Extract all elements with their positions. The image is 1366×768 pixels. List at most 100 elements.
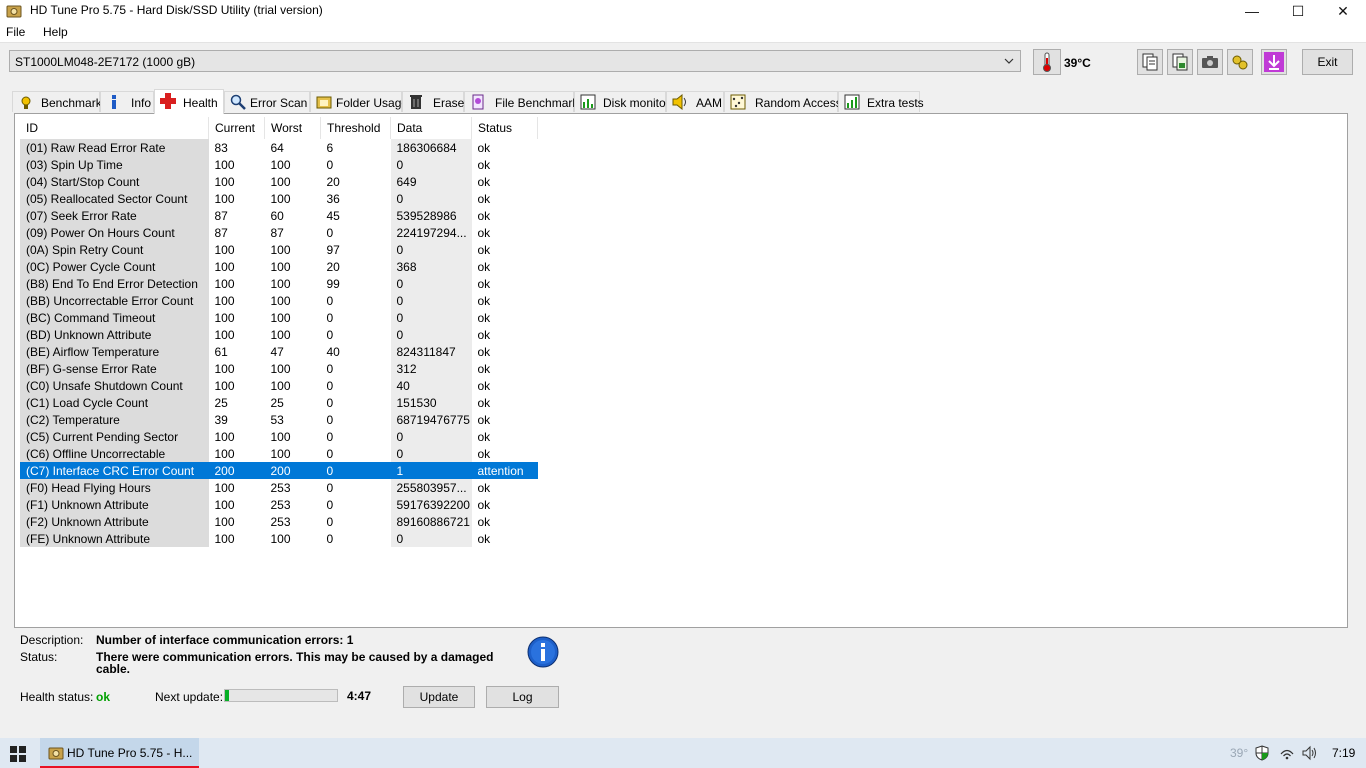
cell-data: 255803957...	[390, 479, 472, 496]
table-row[interactable]: (FE) Unknown Attribute 100 100 0 0 ok	[20, 530, 538, 547]
table-row[interactable]: (C0) Unsafe Shutdown Count 100 100 0 40 ok	[20, 377, 538, 394]
log-button[interactable]: Log	[486, 686, 559, 708]
save-report-button[interactable]	[1167, 49, 1193, 75]
cell-id: (F0) Head Flying Hours	[20, 479, 209, 496]
table-row[interactable]: (C5) Current Pending Sector 100 100 0 0 ok	[20, 428, 538, 445]
cell-current: 100	[214, 310, 235, 325]
temperature-button[interactable]	[1033, 49, 1061, 75]
wifi-icon[interactable]	[1279, 745, 1295, 761]
tab-info[interactable]: Info	[100, 91, 154, 112]
tab-erase[interactable]: Erase	[402, 91, 464, 112]
tab-disk-monitor[interactable]: Disk monitor	[574, 91, 670, 112]
cell-id: (C6) Offline Uncorrectable	[20, 445, 209, 462]
cell-worst: 253	[270, 480, 291, 495]
table-header-row: ID Current Worst Threshold Data Status	[20, 117, 538, 139]
minimize-button[interactable]: —	[1229, 0, 1275, 22]
table-row[interactable]: (05) Reallocated Sector Count 100 100 36 0 ok	[20, 190, 538, 207]
cell-id: (C5) Current Pending Sector	[20, 428, 209, 445]
health-icon	[160, 93, 176, 109]
cell-threshold: 0	[326, 378, 334, 393]
cell-worst: 100	[270, 242, 291, 257]
maximize-button[interactable]: ☐	[1275, 0, 1321, 22]
tray-temperature[interactable]: 39°	[1230, 746, 1248, 760]
table-row[interactable]: (F2) Unknown Attribute 100 253 0 89160886721…	[20, 513, 538, 530]
options-button[interactable]	[1227, 49, 1253, 75]
cell-worst: 100	[270, 174, 291, 189]
cell-threshold: 0	[326, 310, 334, 325]
column-header-data[interactable]: Data	[390, 117, 472, 139]
table-row[interactable]: (0C) Power Cycle Count 100 100 20 368 ok	[20, 258, 538, 275]
table-row[interactable]: (BE) Airflow Temperature 61 47 40 824311847 o…	[20, 343, 538, 360]
cell-status: ok	[477, 429, 491, 444]
benchmark-icon	[21, 96, 31, 109]
cell-id: (FE) Unknown Attribute	[20, 530, 209, 547]
cell-data: 539528986	[390, 207, 472, 224]
cell-threshold: 0	[326, 446, 334, 461]
cell-worst: 100	[270, 361, 291, 376]
table-row[interactable]: (09) Power On Hours Count 87 87 0 224197294.…	[20, 224, 538, 241]
tab-extra-tests[interactable]: Extra tests	[838, 91, 924, 112]
cell-status: ok	[477, 531, 491, 546]
tab-random-access[interactable]: Random Access	[724, 91, 842, 112]
tab-health[interactable]: Health	[154, 89, 224, 114]
windows-start-icon[interactable]	[10, 746, 26, 762]
download-button[interactable]	[1261, 49, 1287, 75]
cell-data: 0	[390, 530, 472, 547]
cell-id: (0C) Power Cycle Count	[20, 258, 209, 275]
chevron-down-icon	[1004, 58, 1014, 64]
update-button[interactable]: Update	[403, 686, 475, 708]
table-row[interactable]: (07) Seek Error Rate 87 60 45 539528986 ok	[20, 207, 538, 224]
table-row[interactable]: (BB) Uncorrectable Error Count 100 100 0 0 ok	[20, 292, 538, 309]
table-row[interactable]: (C2) Temperature 39 53 0 68719476775 ok	[20, 411, 538, 428]
cell-current: 39	[214, 412, 228, 427]
drive-select-value: ST1000LM048-2E7172 (1000 gB)	[15, 55, 196, 69]
cell-worst: 253	[270, 514, 291, 529]
screenshot-button[interactable]	[1197, 49, 1223, 75]
column-header-current[interactable]: Current	[208, 117, 265, 139]
column-header-threshold[interactable]: Threshold	[320, 117, 391, 139]
tab-label: Extra tests	[867, 96, 924, 110]
table-row[interactable]: (C1) Load Cycle Count 25 25 0 151530 ok	[20, 394, 538, 411]
tray-clock[interactable]: 7:19	[1332, 746, 1355, 760]
tab-label: Benchmark	[41, 96, 102, 110]
cell-threshold: 0	[326, 514, 334, 529]
health-panel: ID Current Worst Threshold Data Status (…	[14, 113, 1348, 628]
cell-status: ok	[477, 497, 491, 512]
tab-file-benchmark[interactable]: File Benchmark	[464, 91, 578, 112]
menu-help[interactable]: Help	[43, 25, 68, 39]
shield-icon[interactable]	[1254, 745, 1270, 761]
table-row[interactable]: (03) Spin Up Time 100 100 0 0 ok	[20, 156, 538, 173]
tab-folder-usage[interactable]: Folder Usage	[310, 91, 408, 112]
column-header-status[interactable]: Status	[471, 117, 538, 139]
table-row[interactable]: (BC) Command Timeout 100 100 0 0 ok	[20, 309, 538, 326]
copy-info-button[interactable]	[1137, 49, 1163, 75]
table-row[interactable]: (C6) Offline Uncorrectable 100 100 0 0 ok	[20, 445, 538, 462]
close-button[interactable]: ✕	[1320, 0, 1366, 22]
tab-aam[interactable]: AAM	[666, 91, 724, 112]
extra-tests-icon	[844, 94, 860, 110]
taskbar-hdtune-button[interactable]: HD Tune Pro 5.75 - H...	[40, 738, 199, 768]
cell-threshold: 20	[326, 259, 340, 274]
column-header-id[interactable]: ID	[20, 117, 209, 139]
cell-worst: 87	[270, 225, 284, 240]
table-row[interactable]: (BF) G-sense Error Rate 100 100 0 312 ok	[20, 360, 538, 377]
table-row[interactable]: (0A) Spin Retry Count 100 100 97 0 ok	[20, 241, 538, 258]
table-row[interactable]: (04) Start/Stop Count 100 100 20 649 ok	[20, 173, 538, 190]
table-row[interactable]: (F0) Head Flying Hours 100 253 0 255803957..…	[20, 479, 538, 496]
exit-button[interactable]: Exit	[1302, 49, 1353, 75]
cell-data: 186306684	[390, 139, 472, 156]
cell-threshold: 0	[326, 361, 334, 376]
volume-icon[interactable]	[1302, 745, 1318, 761]
menu-file[interactable]: File	[6, 25, 25, 39]
table-row[interactable]: (BD) Unknown Attribute 100 100 0 0 ok	[20, 326, 538, 343]
drive-select[interactable]: ST1000LM048-2E7172 (1000 gB)	[9, 50, 1021, 72]
cell-status: ok	[477, 225, 491, 240]
table-row[interactable]: (C7) Interface CRC Error Count 200 200 0 1 at…	[20, 462, 538, 479]
tab-error-scan[interactable]: Error Scan	[224, 91, 310, 112]
column-header-worst[interactable]: Worst	[264, 117, 321, 139]
table-row[interactable]: (01) Raw Read Error Rate 83 64 6 186306684 ok	[20, 139, 538, 156]
cell-status: ok	[477, 480, 491, 495]
table-row[interactable]: (B8) End To End Error Detection 100 100 99 0…	[20, 275, 538, 292]
tab-benchmark[interactable]: Benchmark	[12, 91, 102, 112]
table-row[interactable]: (F1) Unknown Attribute 100 253 0 59176392200…	[20, 496, 538, 513]
